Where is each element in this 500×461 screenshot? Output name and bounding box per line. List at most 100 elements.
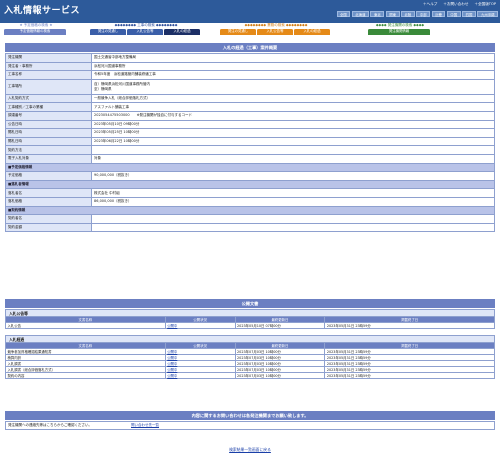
detail-value: 一般競争入札（総合評価落札方式）	[91, 93, 495, 104]
tab-construction-notice[interactable]: 入札公告等	[127, 29, 163, 35]
table-cell: 契約の内容	[5, 372, 166, 379]
detail-row: 落札者名 株式会社 中村組	[5, 188, 495, 198]
nav-group-service: ◆◆◆◆◆◆◆◆ 業務の検索 ◆◆◆◆◆◆◆◆ 発注の見通し 入札公告等 入札の…	[220, 23, 332, 35]
detail-value: 2023年05月25日 10時00分	[91, 128, 495, 138]
detail-label: 入札契約方式	[5, 93, 92, 104]
status-link[interactable]: 公開中	[164, 322, 236, 329]
detail-value: 90,000,000（税抜き）	[91, 171, 495, 181]
pub-group-title: 入札経過	[5, 335, 495, 342]
detail-row: 開札日時 2023年05月25日 10時00分	[5, 128, 495, 138]
tab-service-notice[interactable]: 入札公告等	[257, 29, 293, 35]
detail-section-header: ■契約情報	[5, 205, 495, 216]
detail-value: 浜松河川国道事務所	[91, 61, 495, 72]
detail-label: 工事場所	[5, 78, 92, 95]
tab-construction-outlook[interactable]: 発注の見通し	[90, 29, 126, 35]
contact-list-link[interactable]: 問い合わせ先一覧	[131, 423, 159, 428]
search-nav: ★ 予定価格の検索 ★ 予定価格情報の検索 ◆◆◆◆◆◆◆◆ 工事の検索 ◆◆◆…	[0, 23, 500, 35]
inquiry-row: 発注機関への連絡先等はこちらからご確認ください。 問い合わせ先一覧	[5, 421, 495, 430]
pub-group-title: 入札公告等	[5, 309, 495, 316]
detail-row: 契約金額	[5, 222, 495, 233]
detail-value: 令和5年度 浜松道路管内舗装修繕工事	[91, 70, 495, 80]
pub-documents: 入札公告等 文書名称 公開状況 最終更新日 掲載終了日 入札公告 公開中 2023年05月10…	[5, 309, 495, 379]
detail-label: 落札者名	[5, 188, 92, 198]
region-button[interactable]: 四国	[462, 11, 476, 17]
section-title: ■予定価格情報	[5, 162, 495, 173]
detail-table: 発注機関 国土交通省中部地方整備局 発注者・事務所 浜松河川国道事務所 工事名称 令和5年…	[5, 53, 495, 233]
nav-group-price: ★ 予定価格の検索 ★ 予定価格情報の検索	[4, 23, 68, 35]
table-row: 入札公告 公開中 2023年05月10日 07時00分 2023年05月31日 23時…	[5, 322, 495, 329]
region-button[interactable]: 近畿	[431, 11, 446, 17]
nav-group-title: ◆◆◆◆◆◆◆◆ 工事の検索 ◆◆◆◆◆◆◆◆	[114, 23, 178, 27]
detail-label: 調達番号	[5, 110, 92, 121]
tab-service-outlook[interactable]: 発注の見通し	[220, 29, 256, 35]
detail-label: 契約方法	[5, 145, 92, 155]
table-cell: 入札公告	[5, 322, 166, 329]
detail-label: 契約金額	[5, 222, 92, 233]
detail-value: 2023年06月22日 10時00分	[91, 136, 495, 147]
detail-value: 国土交通省中部地方整備局	[91, 53, 495, 63]
table-row: 契約の内容 公開中 2023年07月03日 10時00分 2023年05月31日 23…	[5, 372, 495, 379]
contact-link[interactable]: ＋お問い合わせ	[443, 2, 468, 7]
region-button[interactable]: 九州沖縄	[477, 11, 498, 17]
detail-row: 公告日時 2023年05月10日 09時00分	[5, 119, 495, 130]
tab-agency-info[interactable]: 発注機関情報	[368, 29, 430, 35]
detail-row: 落札価格 86,000,000（税抜き）	[5, 196, 495, 207]
detail-section-header: ■落札者情報	[5, 179, 495, 190]
detail-row: 契約方法	[5, 145, 495, 155]
inquiry-text: 発注機関への連絡先等はこちらからご確認ください。	[8, 423, 92, 427]
region-button[interactable]: 東北	[370, 11, 385, 17]
header-links: ＋ヘルプ ＋お問い合わせ ＋全国版TOP	[423, 2, 496, 7]
nav-group-construction: ◆◆◆◆◆◆◆◆ 工事の検索 ◆◆◆◆◆◆◆◆ 発注の見通し 入札公告等 入札の…	[90, 23, 202, 35]
status-link[interactable]: 公開中	[164, 372, 236, 379]
section-title: ■契約情報	[5, 205, 495, 216]
detail-label: 開札日時	[5, 136, 92, 147]
detail-row: 予定価格 90,000,000（税抜き）	[5, 171, 495, 181]
detail-label: 工事名称	[5, 70, 92, 80]
tab-price-search[interactable]: 予定価格情報の検索	[4, 29, 66, 35]
detail-value: 株式会社 中村組	[91, 188, 495, 198]
detail-value	[91, 145, 495, 155]
detail-value: 86,000,000（税抜き）	[91, 196, 495, 207]
detail-label: 工事種別／工事の業種	[5, 102, 92, 112]
site-title: 入札情報サービス	[4, 6, 81, 16]
region-button[interactable]: 北陸	[401, 11, 415, 17]
detail-label: 契約者名	[5, 214, 92, 224]
detail-row: 開札日時 2023年06月22日 10時00分	[5, 136, 495, 147]
nav-group-title: ◆◆◆◆◆◆◆◆ 業務の検索 ◆◆◆◆◆◆◆◆	[244, 23, 308, 27]
detail-value	[91, 222, 495, 233]
nav-group-title: ◆◆◆◆ 発注機関の検索 ◆◆◆◆	[375, 23, 425, 27]
inquiry-title: 内容に関するお問い合わせは各発注機関までお願い致します。	[5, 411, 495, 420]
tab-service-progress[interactable]: 入札の経過	[294, 29, 330, 35]
detail-value: 2023054475503000 ※発注機関が独自に付与するコード	[91, 110, 495, 121]
table-cell: 2023年05月31日 23時59分	[324, 322, 495, 329]
region-button[interactable]: 全国	[336, 11, 351, 17]
detail-label: 開札日時	[5, 128, 92, 138]
top-link[interactable]: ＋全国版TOP	[474, 2, 496, 7]
region-button[interactable]: 関東	[385, 11, 400, 17]
table-cell: 2023年07月03日 10時00分	[234, 372, 326, 379]
pub-title: 公開文書	[5, 299, 495, 308]
detail-label: 落札価格	[5, 196, 92, 207]
tab-construction-progress[interactable]: 入札の経過	[164, 29, 200, 35]
detail-label: 発注者・事務所	[5, 61, 92, 72]
region-button[interactable]: 中部	[416, 11, 431, 17]
detail-row: 入札契約方式 一般競争入札（総合評価落札方式）	[5, 93, 495, 104]
detail-section-header: ■予定価格情報	[5, 162, 495, 173]
detail-value	[91, 214, 495, 224]
detail-row: 工事場所 自）静岡県浜松河川国道事務所管内 至）静岡県	[5, 78, 495, 95]
table-cell: 2023年05月10日 07時00分	[234, 322, 326, 329]
region-button[interactable]: 中国	[446, 11, 461, 17]
pub-table: 文書名称 公開状況 最終更新日 掲載終了日 入札公告 公開中 2023年05月10日 07時…	[5, 316, 495, 329]
section-title: ■落札者情報	[5, 179, 495, 190]
site-header: 入札情報サービス ＋ヘルプ ＋お問い合わせ ＋全国版TOP 全国 北海道 東北 関東北…	[0, 0, 500, 23]
region-buttons: 全国 北海道 東北 関東 北陸 中部 近畿 中国 四国 九州沖縄	[336, 11, 498, 17]
detail-row: 契約者名	[5, 214, 495, 224]
region-button[interactable]: 北海道	[351, 11, 369, 17]
detail-row: 電子入札対象 対象	[5, 153, 495, 164]
help-link[interactable]: ＋ヘルプ	[423, 2, 437, 7]
back-to-results-link[interactable]: 検索結果一覧画面に戻る	[229, 447, 271, 452]
detail-value: 対象	[91, 153, 495, 164]
detail-value: アスファルト舗装工事	[91, 102, 495, 112]
table-cell: 2023年05月31日 23時59分	[324, 372, 495, 379]
nav-group-title: ★ 予定価格の検索 ★	[19, 23, 53, 27]
